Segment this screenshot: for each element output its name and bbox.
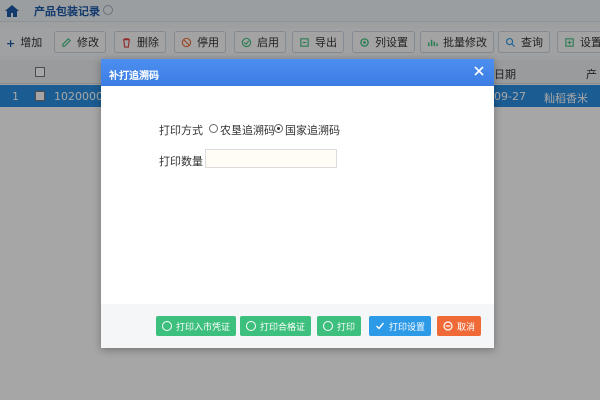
print-settings-button[interactable]: 打印设置: [369, 316, 432, 336]
check-icon: [376, 322, 385, 330]
radio-agri-trace-code[interactable]: [209, 124, 218, 133]
minus-circle-icon: [443, 321, 453, 331]
printer-icon: [162, 321, 172, 331]
reprint-trace-code-dialog: 补打追溯码 打印方式 农垦追溯码 国家追溯码 打印数量 打印入市凭证 打印合格证…: [101, 59, 494, 348]
printer-icon: [246, 321, 256, 331]
printer-icon: [323, 321, 333, 331]
dialog-header: 补打追溯码: [101, 59, 494, 86]
print-button[interactable]: 打印: [317, 316, 362, 336]
print-certificate-button[interactable]: 打印合格证: [240, 316, 312, 336]
radio-agri-label[interactable]: 农垦追溯码: [220, 122, 275, 138]
print-quantity-input[interactable]: [205, 149, 337, 168]
print-mode-label: 打印方式: [159, 124, 203, 137]
print-market-voucher-button[interactable]: 打印入市凭证: [156, 316, 237, 336]
dialog-footer: 打印入市凭证 打印合格证 打印 打印设置 取消: [101, 304, 494, 348]
close-icon[interactable]: [472, 64, 486, 78]
print-quantity-label: 打印数量: [159, 155, 203, 168]
cancel-button[interactable]: 取消: [437, 316, 482, 336]
radio-national-trace-code[interactable]: [274, 124, 283, 133]
radio-national-label[interactable]: 国家追溯码: [285, 122, 340, 138]
dialog-title: 补打追溯码: [109, 71, 159, 82]
